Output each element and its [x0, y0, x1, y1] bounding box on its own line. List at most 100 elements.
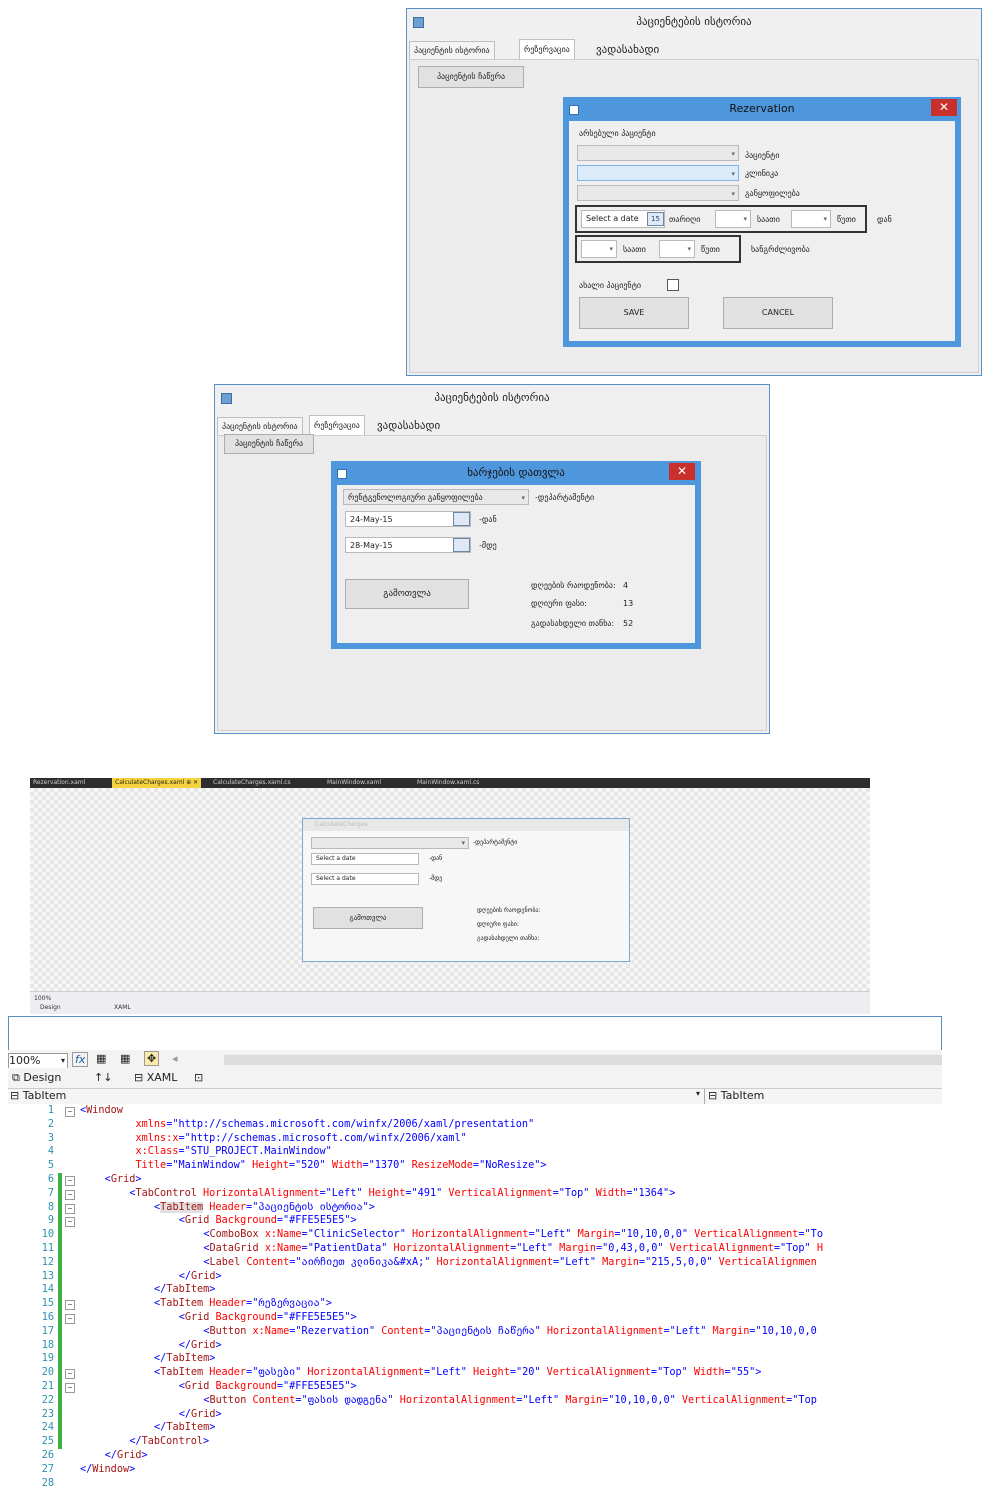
department-combo[interactable]: ▾ — [577, 185, 739, 201]
doc-tab-mainwindow-cs[interactable]: MainWindow.xaml.cs — [414, 778, 482, 788]
code-line[interactable]: 28 — [8, 1477, 942, 1486]
code-line[interactable]: 25 </TabControl> — [8, 1435, 942, 1449]
left-element-selector[interactable]: ⊟ TabItem ▾ — [8, 1089, 705, 1104]
calendar-icon[interactable]: დღეების რაოდენობა: — [453, 512, 470, 526]
preview-calculate-button[interactable]: გამოთვლა — [313, 907, 423, 929]
swap-panes-icon[interactable]: ↑↓ — [94, 1071, 112, 1084]
new-patient-checkbox[interactable] — [667, 279, 679, 291]
grid-icon[interactable]: ▦ — [96, 1052, 106, 1065]
code-line[interactable]: 11 <DataGrid x:Name="PatientData" Horizon… — [8, 1242, 942, 1256]
fold-toggle-icon[interactable]: − — [65, 1189, 75, 1200]
doc-tab-rezervation[interactable]: Rezervation.xaml — [30, 778, 88, 788]
preview-date-to-placeholder: Select a date — [316, 875, 356, 882]
preview-date-from[interactable]: Select a date — [311, 853, 419, 865]
design-canvas[interactable]: CalculateCharges ▾ -დეპარტამენტი Select … — [30, 788, 870, 991]
code-line[interactable]: 22 <Button Content="ფასის დადგენა" Horizo… — [8, 1394, 942, 1408]
register-patient-button[interactable]: პაციენტის ჩაწერა — [418, 66, 524, 88]
pane-layout-icon[interactable]: ⊡ — [194, 1071, 203, 1084]
close-icon[interactable]: ✕ — [931, 99, 957, 116]
code-line[interactable]: 3 xmlns:x="http://schemas.microsoft.com/w… — [8, 1132, 942, 1146]
code-line[interactable]: 10 <ComboBox x:Name="ClinicSelector" Hori… — [8, 1228, 942, 1242]
zoom-select[interactable]: 100% — [34, 995, 51, 1002]
save-button[interactable]: SAVE — [579, 297, 689, 329]
code-line[interactable]: 24 </TabItem> — [8, 1421, 942, 1435]
doc-tab-mainwindow[interactable]: MainWindow.xaml — [324, 778, 384, 788]
clinic-combo[interactable]: ▾ — [577, 165, 739, 181]
code-line[interactable]: 19 </TabItem> — [8, 1352, 942, 1366]
fold-toggle-icon[interactable]: − — [65, 1176, 75, 1186]
register-patient-button[interactable]: პაციენტის ჩაწერა — [224, 434, 314, 454]
close-icon[interactable]: ✕ — [669, 463, 695, 480]
preview-window[interactable]: CalculateCharges ▾ -დეპარტამენტი Select … — [302, 818, 630, 962]
duration-hour-combo[interactable]: ▾ — [581, 240, 617, 258]
code-line[interactable]: 13 </Grid> — [8, 1270, 942, 1284]
doc-tab-close-icon[interactable]: ⊕ ✕ — [186, 779, 198, 786]
fold-toggle-icon[interactable]: − — [65, 1369, 75, 1380]
preview-department-combo[interactable]: ▾ — [311, 837, 469, 849]
design-tab-label: Design — [23, 1071, 62, 1084]
tab-payment[interactable]: ვადასახადი — [592, 41, 663, 58]
fold-toggle-icon[interactable]: − — [65, 1203, 75, 1214]
code-line[interactable]: 16 <Grid Background="#FFE5E5E5"> — [8, 1311, 942, 1325]
code-token: "20" — [515, 1367, 541, 1379]
code-token: Content — [240, 1256, 290, 1268]
code-line[interactable]: 2 xmlns="http://schemas.microsoft.com/win… — [8, 1118, 942, 1132]
duration-minute-combo[interactable]: ▾ — [659, 240, 695, 258]
doc-tab-calculatecharges-cs[interactable]: CalculateCharges.xaml.cs — [210, 778, 294, 788]
scroll-left-icon[interactable]: ◂ — [172, 1052, 178, 1065]
tab-patient-history[interactable]: პაციენტის ისტორია — [409, 41, 495, 59]
code-line[interactable]: 6 <Grid> — [8, 1173, 942, 1187]
code-line[interactable]: 9 <Grid Background="#FFE5E5E5"> — [8, 1214, 942, 1228]
line-number: 8 — [47, 1201, 54, 1213]
code-line[interactable]: 4 x:Class="STU_PROJECT.MainWindow" — [8, 1145, 942, 1159]
code-line[interactable]: 15 <TabItem Header="რეზერვაცია"> — [8, 1297, 942, 1311]
code-text: <Button x:Name="Rezervation" Content="პა… — [203, 1325, 816, 1339]
doc-tab-calculatecharges[interactable]: CalculateCharges.xaml ⊕ ✕ — [112, 778, 202, 788]
fold-toggle-icon[interactable]: − — [65, 1314, 75, 1324]
snap-lines-icon[interactable]: ✥ — [144, 1051, 160, 1066]
tab-reservation[interactable]: რეზერვაცია — [519, 39, 575, 60]
code-line[interactable]: 18 </Grid> — [8, 1339, 942, 1353]
code-line[interactable]: 17 <Button x:Name="Rezervation" Content="… — [8, 1325, 942, 1339]
fold-toggle-icon[interactable]: − — [65, 1383, 75, 1393]
code-line[interactable]: 20 <TabItem Header="ფასები" HorizontalAli… — [8, 1366, 942, 1380]
code-line[interactable]: 5 Title="MainWindow" Height="520" Width="… — [8, 1159, 942, 1173]
xaml-tab[interactable]: ⊟ XAML — [134, 1071, 177, 1084]
snap-grid-icon[interactable]: ▦ — [120, 1052, 130, 1065]
zoom-select[interactable]: 100% ▾ — [8, 1053, 68, 1069]
xaml-tab[interactable]: XAML — [114, 1004, 131, 1011]
code-line[interactable]: 27 </Window> — [8, 1463, 942, 1477]
fold-toggle-icon[interactable]: − — [65, 1300, 75, 1311]
formula-icon[interactable]: fx — [72, 1052, 89, 1067]
main-window-reservation: პაციენტების ისტორია პაციენტის ისტორია რე… — [406, 8, 982, 376]
design-tab[interactable]: Design — [40, 1004, 61, 1011]
hour-combo[interactable]: ▾ — [715, 210, 751, 228]
code-line[interactable]: 12 <Label Content="აირჩიეთ კლინიკა&#xA;" … — [8, 1256, 942, 1270]
code-line[interactable]: 8 <TabItem Header="პაციენტის ისტორია"> — [8, 1201, 942, 1215]
calendar-icon[interactable] — [453, 538, 470, 552]
fold-toggle-icon[interactable]: − — [65, 1217, 75, 1228]
code-line[interactable]: 23 </Grid> — [8, 1408, 942, 1422]
department-combo[interactable]: რენტგენოლოგიური განყოფილება ▾ — [343, 489, 529, 505]
calculate-button[interactable]: გამოთვლა — [345, 579, 469, 609]
code-line[interactable]: 7 <TabControl HorizontalAlignment="Left" … — [8, 1187, 942, 1201]
from-label: დან — [877, 215, 892, 224]
calendar-icon[interactable]: 15 — [647, 212, 664, 226]
cancel-button[interactable]: CANCEL — [723, 297, 833, 329]
patient-combo[interactable]: ▾ — [577, 145, 739, 161]
tab-payment[interactable]: ვადასახადი — [373, 417, 444, 434]
right-element-selector[interactable]: ⊟ TabItem — [708, 1089, 764, 1102]
minute-combo[interactable]: ▾ — [791, 210, 831, 228]
horizontal-scrollbar[interactable] — [224, 1055, 942, 1065]
code-line[interactable]: 1 <Window — [8, 1104, 942, 1118]
xaml-code-editor[interactable]: 1 <Window 2 xmlns="http://schemas.microsoft… — [8, 1104, 942, 1486]
tab-patient-history[interactable]: პაციენტის ისტორია — [217, 417, 303, 435]
preview-date-to[interactable]: Select a date — [311, 873, 419, 885]
line-number: 17 — [41, 1325, 54, 1337]
tab-reservation[interactable]: რეზერვაცია — [309, 415, 365, 436]
fold-toggle-icon[interactable]: − — [65, 1107, 75, 1117]
code-line[interactable]: 26 </Grid> — [8, 1449, 942, 1463]
code-line[interactable]: 14 </TabItem> — [8, 1283, 942, 1297]
code-line[interactable]: 21 <Grid Background="#FFE5E5E5"> — [8, 1380, 942, 1394]
design-tab[interactable]: ⧉ Design — [12, 1071, 61, 1085]
